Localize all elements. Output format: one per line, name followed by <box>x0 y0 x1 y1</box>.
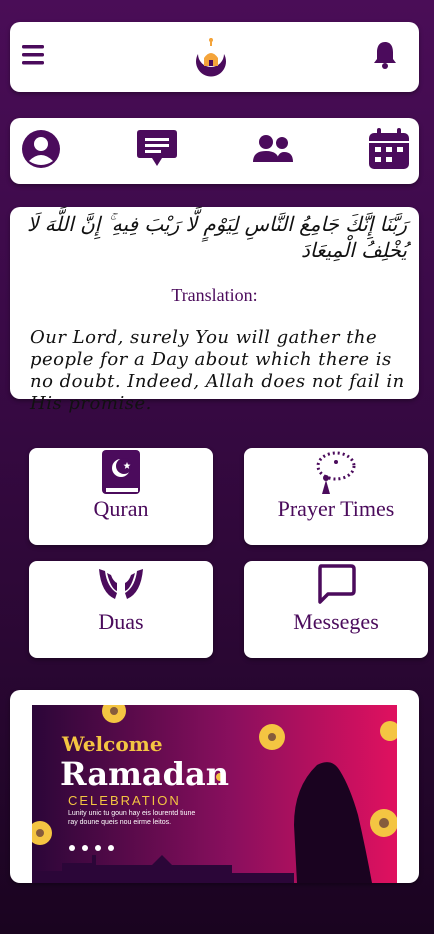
prayer-times-label: Prayer Times <box>277 496 395 521</box>
icon-nav-bar <box>10 118 419 184</box>
praying-hands-icon <box>99 569 143 599</box>
mosque-crescent-logo <box>196 38 226 77</box>
user-profile-icon[interactable] <box>21 129 61 169</box>
banner-subtitle: CELEBRATION <box>68 793 181 808</box>
prayer-times-tile[interactable]: Prayer Times <box>244 448 428 545</box>
top-app-bar <box>10 22 419 92</box>
ramadan-banner-card[interactable]: Welcome Ramadan CELEBRATION Lunity unic … <box>10 690 419 883</box>
duas-label: Duas <box>98 609 144 634</box>
chat-message-icon[interactable] <box>136 128 178 168</box>
arabic-verse: رَبَّنَا إِنَّكَ جَامِعُ النَّاسِ لِيَوْ… <box>27 212 407 262</box>
translation-text: Our Lord, surely You will gather the peo… <box>30 327 405 414</box>
message-bubble-icon <box>318 564 356 604</box>
translation-label: Translation: <box>171 285 258 305</box>
banner-title: Ramadan <box>60 755 229 793</box>
banner-body: Lunity unic tu goun hay eis lourentd tiu… <box>68 810 196 826</box>
ramadan-banner-image: Welcome Ramadan CELEBRATION Lunity unic … <box>32 705 397 883</box>
messages-tile[interactable]: Messeges <box>244 561 428 658</box>
verse-of-the-day-card: رَبَّنَا إِنَّكَ جَامِعُ النَّاسِ لِيَوْ… <box>10 207 419 414</box>
quran-label: Quran <box>93 496 149 521</box>
quran-book-icon <box>102 450 140 494</box>
bell-icon[interactable] <box>372 40 398 70</box>
hamburger-menu-icon[interactable] <box>22 44 44 66</box>
calendar-icon[interactable] <box>368 128 410 170</box>
messages-label: Messeges <box>293 609 379 634</box>
duas-tile[interactable]: Duas <box>29 561 213 658</box>
app-screen: { "header": {"menu_icon":"hamburger-menu… <box>0 0 434 934</box>
banner-welcome: Welcome <box>61 732 163 756</box>
prayer-beads-icon <box>316 451 356 494</box>
community-group-icon[interactable] <box>252 134 294 164</box>
quran-tile[interactable]: Quran <box>29 448 213 545</box>
